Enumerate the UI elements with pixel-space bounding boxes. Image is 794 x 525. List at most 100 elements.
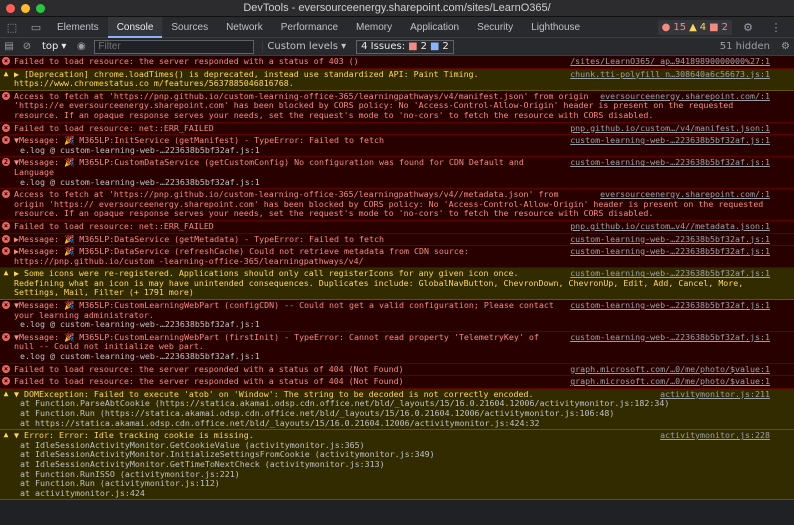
console-message[interactable]: ▲ activitymonitor.js:228 ▼ Error: Error: I… bbox=[0, 430, 794, 501]
clear-console-icon[interactable]: ⊘ bbox=[18, 41, 36, 52]
warning-icon: ▲ bbox=[3, 388, 9, 398]
hidden-messages-count: 51 hidden bbox=[719, 41, 770, 52]
issues-info-count: 2 bbox=[442, 41, 449, 52]
error-icon: ● bbox=[661, 22, 671, 33]
console-message[interactable]: × custom-learning-web-…223638b5bf32af.js:… bbox=[0, 331, 794, 364]
window-titlebar: DevTools - eversourceenergy.sharepoint.c… bbox=[0, 0, 794, 17]
console-message[interactable]: ▲ chunk.tti-polyfill_n…308640a6c56673.js:… bbox=[0, 68, 794, 91]
console-message[interactable]: × eversourceenergy.sharepoint.com/:1 Acces… bbox=[0, 90, 794, 123]
console-message[interactable]: × graph.microsoft.com/…0/me/photo/$value:… bbox=[0, 376, 794, 389]
tab-application[interactable]: Application bbox=[401, 17, 468, 38]
devtools-tabbar: ⬚ ▭ Elements Console Sources Network Per… bbox=[0, 16, 794, 38]
message-stack: at Function.ParseAbtCookie (https://stat… bbox=[20, 398, 670, 428]
console-message[interactable]: × pnp.github.io/custom…/v4/manifest.json:… bbox=[0, 122, 794, 136]
message-source-link[interactable]: graph.microsoft.com/…0/me/photo/$value:1 bbox=[570, 364, 770, 375]
error-icon: × bbox=[2, 377, 10, 386]
error-icon: 2 bbox=[2, 158, 10, 167]
error-icon: × bbox=[2, 234, 10, 243]
console-message[interactable]: ▲ activitymonitor.js:211 ▼ DOMException: F… bbox=[0, 388, 794, 431]
sidebar-toggle-icon[interactable]: ▤ bbox=[0, 41, 18, 52]
message-text: Failed to load resource: the server resp… bbox=[14, 376, 404, 387]
more-menu-icon[interactable]: ⋮ bbox=[764, 17, 788, 38]
message-stack: at IdleSessionActivityMonitor.GetCookieV… bbox=[20, 439, 435, 498]
message-source-link[interactable]: custom-learning-web-…223638b5bf32af.js:1 bbox=[570, 158, 770, 168]
live-expression-eye-icon[interactable]: ◉ bbox=[72, 41, 90, 52]
settings-gear-icon[interactable]: ⚙ bbox=[736, 17, 760, 38]
message-stack: e.log @ custom-learning-web-…223638b5bf3… bbox=[20, 319, 260, 330]
warning-icon: ▲ bbox=[3, 430, 9, 440]
issue-count: 2 bbox=[721, 22, 728, 33]
warning-icon: ▲ bbox=[689, 22, 697, 33]
warning-count: 4 bbox=[699, 22, 707, 33]
tab-elements[interactable]: Elements bbox=[48, 17, 108, 38]
message-stack: e.log @ custom-learning-web-…223638b5bf3… bbox=[20, 351, 260, 362]
console-message[interactable]: × custom-learning-web-…223638b5bf32af.js:… bbox=[0, 246, 794, 269]
tab-performance[interactable]: Performance bbox=[272, 17, 347, 38]
error-icon: × bbox=[2, 247, 10, 256]
tab-network[interactable]: Network bbox=[217, 17, 272, 38]
message-text: Failed to load resource: net::ERR_FAILED bbox=[14, 122, 214, 133]
console-message[interactable]: × graph.microsoft.com/…0/me/photo/$value:… bbox=[0, 363, 794, 377]
message-text: ▶ [Deprecation] chrome.loadTimes() is de… bbox=[14, 68, 479, 89]
error-icon: × bbox=[2, 332, 10, 341]
window-title: DevTools - eversourceenergy.sharepoint.c… bbox=[243, 2, 551, 14]
message-source-link[interactable]: custom-learning-web-…223638b5bf32af.js:1 bbox=[570, 234, 770, 245]
issues-error-count: 2 bbox=[420, 41, 427, 52]
error-icon: × bbox=[2, 190, 10, 199]
error-icon: × bbox=[2, 221, 10, 230]
console-message[interactable]: × eversourceenergy.sharepoint.com/:1 Acces… bbox=[0, 189, 794, 221]
issue-info-icon: ■ bbox=[429, 41, 440, 52]
tab-memory[interactable]: Memory bbox=[347, 17, 401, 38]
message-text: ▼Message: 🎉 M365LP:InitService (getManif… bbox=[14, 135, 384, 146]
message-text: ▼Message: 🎉 M365LP:CustomDataService (ge… bbox=[14, 157, 524, 177]
message-text: ▼ DOMException: Failed to execute 'atob'… bbox=[14, 388, 534, 399]
tab-lighthouse[interactable]: Lighthouse bbox=[522, 17, 589, 38]
console-message[interactable]: ▲ custom-learning-web-…223638b5bf32af.js:… bbox=[0, 268, 794, 301]
console-messages: × /sites/LearnO365/_ap…94189890000000%27:… bbox=[0, 56, 794, 505]
warning-icon: ▲ bbox=[3, 268, 9, 278]
chevron-down-icon: ▾ bbox=[61, 41, 67, 52]
console-message[interactable]: × /sites/LearnO365/_ap…94189890000000%27:… bbox=[0, 56, 794, 69]
issues-button[interactable]: 4 Issues: ■ 2 ■ 2 bbox=[356, 39, 454, 54]
message-text: Failed to load resource: the server resp… bbox=[14, 363, 404, 374]
error-icon: × bbox=[2, 91, 10, 100]
message-source-link[interactable]: chunk.tti-polyfill_n…308640a6c56673.js:1 bbox=[570, 69, 770, 80]
chevron-down-icon: ▾ bbox=[341, 41, 347, 52]
message-source-link[interactable]: custom-learning-web-…223638b5bf32af.js:1 bbox=[570, 300, 770, 311]
message-stack: e.log @ custom-learning-web-…223638b5bf3… bbox=[20, 144, 260, 155]
message-source-link[interactable]: custom-learning-web-…223638b5bf32af.js:1 bbox=[570, 332, 770, 343]
message-source-link[interactable]: custom-learning-web-…223638b5bf32af.js:1 bbox=[570, 136, 770, 146]
message-source-link[interactable]: pnp.github.io/custom…v4//metadata.json:1 bbox=[570, 221, 770, 232]
context-selector[interactable]: top ▾ bbox=[36, 41, 72, 52]
message-text: Failed to load resource: net::ERR_FAILED bbox=[14, 220, 214, 231]
message-source-link[interactable]: graph.microsoft.com/…0/me/photo/$value:1 bbox=[570, 377, 770, 387]
filter-input[interactable] bbox=[94, 39, 255, 54]
tab-sources[interactable]: Sources bbox=[162, 17, 217, 38]
message-source-link[interactable]: activitymonitor.js:228 bbox=[660, 431, 770, 441]
log-levels-dropdown[interactable]: Custom levels ▾ bbox=[262, 41, 350, 52]
message-text: ▼ Error: Error: Idle tracking cookie is … bbox=[14, 430, 254, 441]
error-icon: × bbox=[2, 364, 10, 373]
device-toolbar-icon[interactable]: ▭ bbox=[24, 17, 48, 38]
console-message[interactable]: × custom-learning-web-…223638b5bf32af.js:… bbox=[0, 135, 794, 158]
message-source-link[interactable]: custom-learning-web-…223638b5bf32af.js:1 bbox=[570, 246, 770, 257]
message-stack: e.log @ custom-learning-web-…223638b5bf3… bbox=[20, 176, 260, 187]
console-message[interactable]: × pnp.github.io/custom…v4//metadata.json:… bbox=[0, 220, 794, 234]
console-message[interactable]: × custom-learning-web-…223638b5bf32af.js:… bbox=[0, 233, 794, 247]
error-icon: × bbox=[2, 123, 10, 132]
message-source-link[interactable]: pnp.github.io/custom…/v4/manifest.json:1 bbox=[570, 123, 770, 134]
error-warning-counter[interactable]: ● 15 ▲ 4 ■ 2 bbox=[657, 20, 732, 35]
error-icon: × bbox=[2, 301, 10, 310]
message-source-link[interactable]: activitymonitor.js:211 bbox=[660, 389, 770, 400]
console-settings-gear-icon[interactable]: ⚙ bbox=[781, 41, 790, 52]
console-message[interactable]: × custom-learning-web-…223638b5bf32af.js:… bbox=[0, 300, 794, 332]
issue-error-icon: ■ bbox=[408, 41, 418, 52]
tab-security[interactable]: Security bbox=[468, 17, 522, 38]
tabbar-right: ● 15 ▲ 4 ■ 2 ⚙ ⋮ bbox=[657, 17, 794, 38]
console-message[interactable]: 2 custom-learning-web-…223638b5bf32af.js:… bbox=[0, 157, 794, 190]
message-text: ▼Message: 🎉 M365LP:CustomLearningWebPart… bbox=[14, 300, 554, 320]
message-source-link[interactable]: /sites/LearnO365/_ap…94189890000000%27:1 bbox=[570, 56, 770, 67]
tab-console[interactable]: Console bbox=[107, 16, 163, 38]
inspect-element-icon[interactable]: ⬚ bbox=[0, 17, 24, 38]
issues-label: 4 Issues: bbox=[361, 41, 406, 52]
